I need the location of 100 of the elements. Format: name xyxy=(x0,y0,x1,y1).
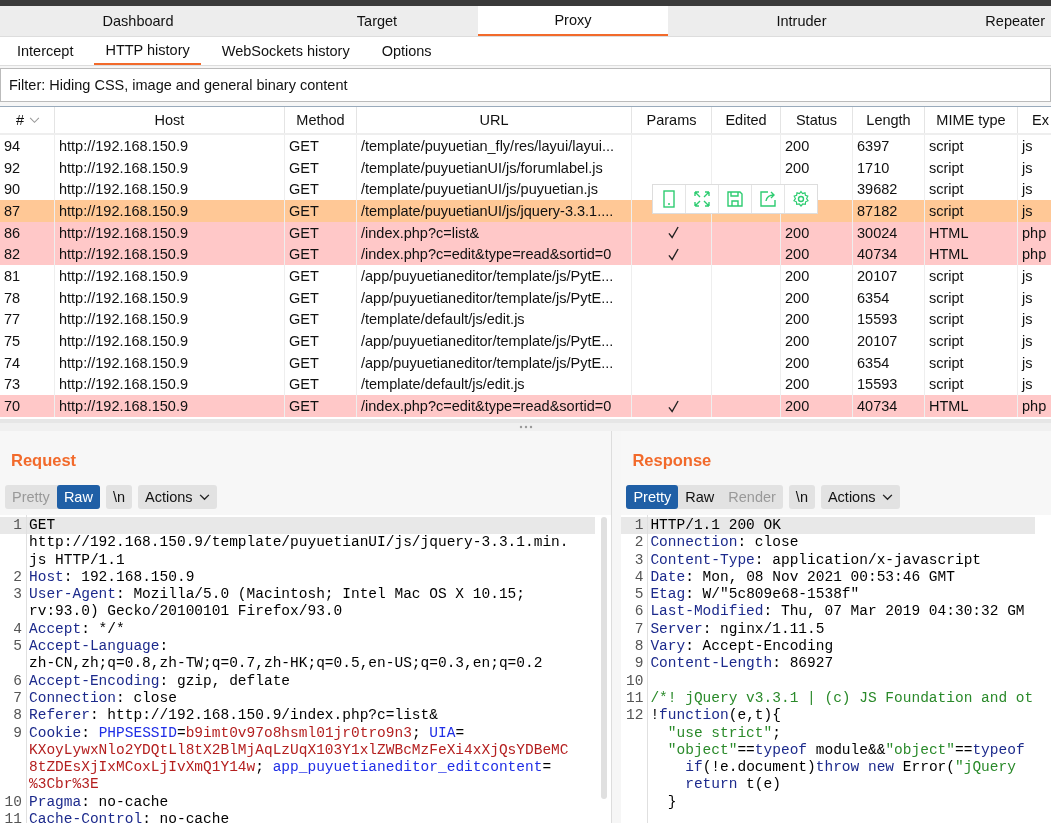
table-cell: 30024 xyxy=(857,224,898,241)
table-cell: GET xyxy=(289,246,319,263)
code-line: rv:93.0) Gecko/20100101 Firefox/93.0 xyxy=(29,603,343,621)
table-cell: /template/puyuetianUI/js/puyuetian.js xyxy=(361,181,598,198)
newline-toggle[interactable]: \n xyxy=(105,485,132,509)
table-cell: 70 xyxy=(4,398,21,415)
column-header[interactable]: URL xyxy=(357,107,632,133)
code-line: Referer: http://192.168.150.9/index.php?c=list& xyxy=(29,707,438,725)
table-cell: js xyxy=(1022,181,1033,198)
table-cell: script xyxy=(929,181,964,198)
main-tab[interactable]: Proxy xyxy=(478,6,668,36)
table-cell: 92 xyxy=(4,159,21,176)
table-cell: js xyxy=(1022,202,1033,219)
column-header[interactable]: Params xyxy=(632,107,712,133)
code-line: Etag: W/"5c809e68-1538f" xyxy=(650,586,860,604)
table-cell: http://192.168.150.9 xyxy=(59,398,188,415)
code-line: } xyxy=(666,793,677,812)
filter-bar[interactable]: Filter: Hiding CSS, image and general binary content xyxy=(0,68,1051,102)
table-cell: http://192.168.150.9 xyxy=(59,137,188,154)
column-header[interactable]: Method xyxy=(285,107,357,133)
table-cell: js xyxy=(1022,289,1033,306)
scrollbar[interactable] xyxy=(601,517,608,799)
table-cell: http://192.168.150.9 xyxy=(59,289,188,306)
table-cell: http://192.168.150.9 xyxy=(59,267,188,284)
table-cell: 86 xyxy=(4,224,21,241)
table-cell: 73 xyxy=(4,376,21,393)
line-number: 12 xyxy=(626,707,644,724)
sort-chevron-icon[interactable] xyxy=(29,116,41,124)
table-cell: GET xyxy=(289,267,319,284)
view-toggle[interactable]: Raw xyxy=(56,485,100,509)
table-cell: 200 xyxy=(785,267,810,284)
table-cell: 40734 xyxy=(857,398,898,415)
column-header[interactable]: Edited xyxy=(712,107,781,133)
table-cell: 6354 xyxy=(857,289,890,306)
chevron-icon xyxy=(198,493,210,501)
code-line: Cache-Control: no-cache xyxy=(29,811,230,823)
table-cell: http://192.168.150.9 xyxy=(59,202,188,219)
code-line: "use strict"; xyxy=(666,724,781,742)
table-cell: php xyxy=(1022,224,1047,241)
chevron-icon xyxy=(881,493,893,501)
table-cell: /app/puyuetianeditor/template/js/PytE... xyxy=(361,289,614,306)
table-cell: http://192.168.150.9 xyxy=(59,246,188,263)
sub-tab[interactable]: Intercept xyxy=(6,37,85,65)
column-header[interactable]: Ex xyxy=(1018,107,1051,133)
line-number: 5 xyxy=(13,638,22,655)
column-header[interactable]: Status xyxy=(781,107,853,133)
table-cell: http://192.168.150.9 xyxy=(59,159,188,176)
line-number: 8 xyxy=(13,707,22,724)
line-number: 3 xyxy=(13,586,22,603)
view-toggle[interactable]: Raw xyxy=(678,485,722,509)
table-cell: GET xyxy=(289,137,319,154)
table-cell: /template/puyuetianUI/js/forumlabel.js xyxy=(361,159,603,176)
main-tab[interactable]: Repeater xyxy=(935,6,1051,36)
actions-dropdown[interactable]: Actions xyxy=(138,485,217,509)
code-line: /*! jQuery v3.3.1 | (c) JS Foundation and ot xyxy=(650,689,1034,708)
table-cell: 90 xyxy=(4,181,21,198)
table-cell: js xyxy=(1022,376,1033,393)
sub-tab[interactable]: WebSockets history xyxy=(210,37,361,65)
sub-tab[interactable]: HTTP history xyxy=(94,37,201,65)
column-header[interactable]: # xyxy=(0,107,55,133)
splitter-grip-icon[interactable] xyxy=(518,425,533,429)
code-line: User-Agent: Mozilla/5.0 (Macintosh; Intel Mac OS X 10.15; xyxy=(29,586,525,604)
table-cell: 1710 xyxy=(857,159,890,176)
table-cell: /index.php?c=edit&type=read&sortid=0 xyxy=(361,398,612,415)
table-cell: /app/puyuetianeditor/template/js/PytE... xyxy=(361,267,614,284)
main-tab[interactable]: Intruder xyxy=(668,6,935,36)
line-number: 10 xyxy=(4,793,22,810)
table-cell: script xyxy=(929,137,964,154)
main-tab[interactable]: Dashboard xyxy=(0,6,276,36)
table-cell: 87 xyxy=(4,202,21,219)
table-cell: GET xyxy=(289,311,319,328)
table-cell: js xyxy=(1022,311,1033,328)
code-editor[interactable] xyxy=(621,515,1051,823)
newline-toggle[interactable]: \n xyxy=(788,485,815,509)
table-cell: script xyxy=(929,289,964,306)
highlighted-row[interactable]: 82 http://192.168.150.9 GET /index.php?c=edit&type=read&sortid=0 200 40734 HTML php xyxy=(0,243,1051,266)
table-cell: /template/puyuetian_fly/res/layui/layui... xyxy=(361,137,615,154)
line-number: 9 xyxy=(634,655,644,672)
main-tab[interactable]: Target xyxy=(276,6,478,36)
table-cell: /template/default/js/edit.js xyxy=(361,311,525,328)
sub-tab[interactable]: Options xyxy=(370,37,443,65)
column-header[interactable]: Host xyxy=(55,107,285,133)
code-line: Content-Length: 86927 xyxy=(650,655,834,673)
table-cell: GET xyxy=(289,202,319,219)
highlighted-row[interactable]: 86 http://192.168.150.9 GET /index.php?c=list& 200 30024 HTML php xyxy=(0,221,1051,244)
table-cell: 74 xyxy=(4,354,21,371)
code-line: Date: Mon, 08 Nov 2021 00:53:46 GMT xyxy=(650,568,955,587)
view-toggle[interactable]: Pretty xyxy=(626,485,679,509)
highlighted-row[interactable]: 70 http://192.168.150.9 GET /index.php?c=edit&type=read&sortid=0 200 40734 HTML php xyxy=(0,395,1051,417)
actions-dropdown[interactable]: Actions xyxy=(820,485,900,509)
line-number: 4 xyxy=(634,568,644,585)
column-header[interactable]: MIME type xyxy=(925,107,1018,133)
table-cell: 200 xyxy=(785,333,810,350)
highlighted-row[interactable]: 87 http://192.168.150.9 GET /template/puyuetianUI/js/jquery-3.3.1.... 87182 script js xyxy=(0,200,1051,222)
table-cell: http://192.168.150.9 xyxy=(59,224,188,241)
code-line: Connection: close xyxy=(29,689,177,708)
table-cell: 94 xyxy=(4,137,21,154)
code-editor[interactable] xyxy=(0,515,612,823)
column-header[interactable]: Length xyxy=(853,107,925,133)
table-cell: /index.php?c=list& xyxy=(361,224,480,241)
